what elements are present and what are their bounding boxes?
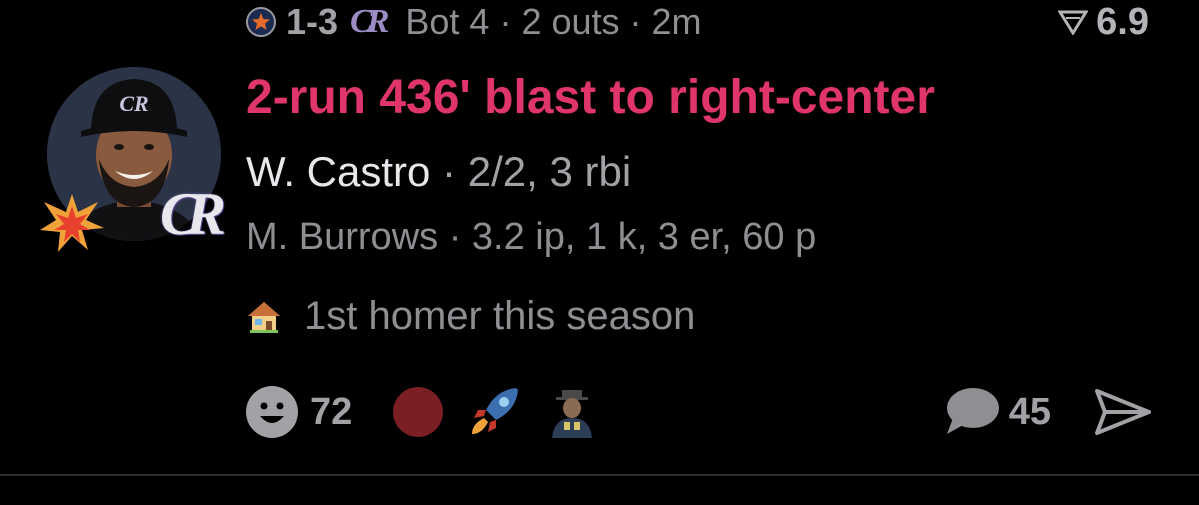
team-badge-icon: CR bbox=[160, 181, 226, 247]
send-icon bbox=[1095, 389, 1151, 435]
comment-button[interactable]: 45 bbox=[943, 386, 1095, 438]
comment-count: 45 bbox=[1008, 390, 1051, 433]
leverage-icon bbox=[1058, 9, 1089, 35]
svg-text:CR: CR bbox=[119, 91, 148, 116]
separator: · bbox=[448, 216, 462, 258]
rockies-logo-icon: CR bbox=[350, 3, 389, 40]
share-button[interactable] bbox=[1095, 387, 1151, 437]
person-reaction-button[interactable] bbox=[544, 384, 600, 440]
batter-name[interactable]: W. Castro bbox=[246, 148, 430, 195]
batter-stats: 2/2, 3 rbi bbox=[467, 148, 632, 195]
astros-logo-icon bbox=[246, 7, 276, 37]
play-note: 1st homer this season bbox=[246, 294, 695, 339]
pitcher-stats: 3.2 ip, 1 k, 3 er, 60 p bbox=[471, 216, 817, 258]
pitcher-name[interactable]: M. Burrows bbox=[246, 216, 438, 258]
time-ago-text: 2m bbox=[651, 1, 702, 42]
divider bbox=[0, 474, 1199, 476]
smile-reaction-button[interactable]: 72 bbox=[244, 384, 370, 440]
game-score-line: 1-3 CR Bot 4 · 2 outs · 2m bbox=[246, 0, 702, 44]
burst-icon bbox=[38, 192, 106, 254]
red-dot-icon bbox=[393, 387, 444, 437]
house-icon bbox=[248, 301, 280, 333]
inning-text: Bot 4 bbox=[405, 1, 490, 42]
play-headline[interactable]: 2-run 436' blast to right-center bbox=[246, 70, 935, 125]
leverage-value: 6.9 bbox=[1096, 0, 1149, 43]
pitcher-line: M. Burrows · 3.2 ip, 1 k, 3 er, 60 p bbox=[246, 216, 816, 259]
smile-icon bbox=[246, 386, 298, 438]
reactions-bar: 72 bbox=[244, 384, 622, 440]
rocket-reaction-button[interactable] bbox=[466, 384, 522, 440]
score-value: 1-3 bbox=[286, 1, 339, 42]
comments-area: 45 bbox=[943, 384, 1151, 440]
note-text: 1st homer this season bbox=[304, 294, 696, 338]
comment-icon bbox=[946, 388, 999, 434]
leverage-indicator: 6.9 bbox=[1058, 0, 1149, 44]
person-emoji-icon bbox=[552, 390, 593, 438]
separator: · bbox=[499, 1, 512, 42]
outs-text: 2 outs bbox=[521, 1, 620, 42]
separator: · bbox=[442, 148, 457, 195]
smile-count: 72 bbox=[310, 390, 353, 433]
rocket-icon bbox=[472, 388, 519, 434]
separator: · bbox=[629, 1, 642, 42]
batter-line: W. Castro · 2/2, 3 rbi bbox=[246, 148, 631, 196]
red-dot-reaction-button[interactable] bbox=[392, 386, 444, 438]
